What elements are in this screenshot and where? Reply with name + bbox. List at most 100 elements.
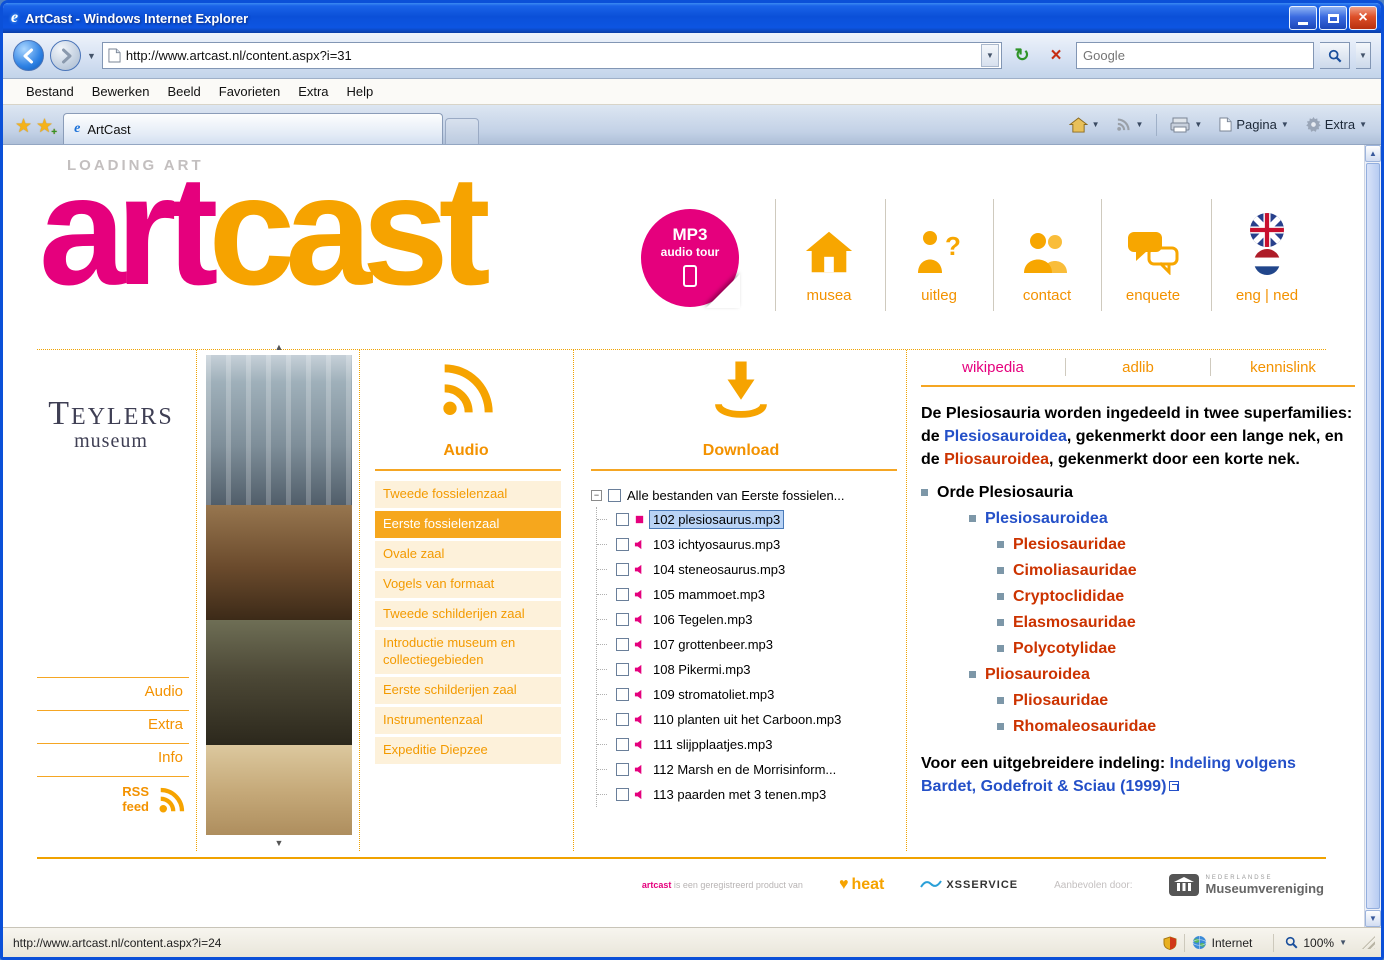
taxon-link[interactable]: Plesiosauroidea — [985, 510, 1108, 528]
tab-artcast[interactable]: e ArtCast — [63, 113, 444, 144]
url-dropdown-button[interactable]: ▼ — [981, 44, 999, 67]
audio-item[interactable]: Expeditie Diepzee — [375, 737, 561, 764]
zoom-control[interactable]: 100% ▼ — [1281, 936, 1351, 950]
xsservice-logo[interactable]: XSSERVICE — [920, 879, 1018, 891]
download-file-row[interactable]: 104 steneosaurus.mp3 — [616, 557, 903, 582]
file-checkbox[interactable] — [616, 563, 629, 576]
plesiosauroidea-link[interactable]: Plesiosauroidea — [944, 428, 1067, 445]
artcast-logo[interactable]: artcast — [39, 153, 491, 309]
audio-item[interactable]: Vogels van formaat — [375, 570, 561, 598]
close-button[interactable]: × — [1349, 6, 1377, 30]
taxon-link[interactable]: Cimoliasauridae — [1013, 562, 1137, 580]
feeds-button[interactable]: ▼ — [1112, 114, 1147, 135]
file-checkbox[interactable] — [616, 538, 629, 551]
sidebar-link-extra[interactable]: Extra — [37, 710, 189, 743]
stop-button[interactable]: × — [1042, 42, 1070, 70]
forward-button[interactable] — [50, 40, 81, 71]
history-dropdown[interactable]: ▼ — [87, 51, 96, 61]
file-checkbox[interactable] — [616, 788, 629, 801]
taxon-link[interactable]: Pliosauridae — [1013, 692, 1108, 710]
file-checkbox[interactable] — [616, 763, 629, 776]
strip-scroll-up-icon[interactable]: ▲ — [201, 339, 357, 355]
tab-wikipedia[interactable]: wikipedia — [921, 359, 1065, 376]
tree-collapse-icon[interactable]: − — [591, 489, 602, 501]
file-checkbox[interactable] — [616, 688, 629, 701]
select-all-checkbox[interactable] — [608, 488, 621, 502]
rss-feed-link[interactable]: RSS feed — [37, 776, 189, 819]
nav-musea[interactable]: musea — [779, 203, 879, 304]
download-file-row[interactable]: 108 Pikermi.mp3 — [616, 657, 903, 682]
refresh-button[interactable]: ↻ — [1008, 42, 1036, 70]
museumvereniging-logo[interactable]: NEDERLANDSE Museumvereniging — [1168, 874, 1324, 896]
vertical-scrollbar[interactable]: ▲ ▼ — [1364, 145, 1381, 927]
taxon-link[interactable]: Pliosauroidea — [985, 666, 1090, 684]
add-favorite-button[interactable]: ★ + — [36, 115, 57, 138]
nav-language[interactable]: eng | ned — [1215, 203, 1319, 304]
file-checkbox[interactable] — [616, 713, 629, 726]
audio-item[interactable]: Eerste schilderijen zaal — [375, 677, 561, 705]
strip-scroll-down-icon[interactable]: ▼ — [201, 835, 357, 851]
scrollbar-thumb[interactable] — [1366, 163, 1380, 909]
tools-menu-button[interactable]: Extra ▼ — [1302, 114, 1371, 135]
sidebar-link-info[interactable]: Info — [37, 743, 189, 776]
audio-item[interactable]: Tweede schilderijen zaal — [375, 600, 561, 628]
download-file-row[interactable]: 102 plesiosaurus.mp3 — [616, 507, 903, 532]
menu-help[interactable]: Help — [338, 80, 383, 103]
download-file-row[interactable]: 106 Tegelen.mp3 — [616, 607, 903, 632]
favorites-center-button[interactable]: ★ — [15, 115, 32, 138]
download-file-row[interactable]: 107 grottenbeer.mp3 — [616, 632, 903, 657]
menu-favorieten[interactable]: Favorieten — [210, 80, 289, 103]
download-file-row[interactable]: 103 ichtyosaurus.mp3 — [616, 532, 903, 557]
download-root-label[interactable]: Alle bestanden van Eerste fossielen... — [627, 488, 845, 503]
tab-kennislink[interactable]: kennislink — [1211, 359, 1355, 376]
sidebar-link-audio[interactable]: Audio — [37, 677, 189, 710]
home-button[interactable]: ▼ — [1065, 114, 1104, 136]
taxon-link[interactable]: Elasmosauridae — [1013, 614, 1136, 632]
audio-item[interactable]: Ovale zaal — [375, 540, 561, 568]
taxon-link[interactable]: Polycotylidae — [1013, 640, 1116, 658]
teylers-museum-logo[interactable]: Teylers museum — [33, 395, 189, 453]
download-file-row[interactable]: 111 slijpplaatjes.mp3 — [616, 732, 903, 757]
taxon-link[interactable]: Rhomaleosauridae — [1013, 718, 1156, 736]
scroll-down-button[interactable]: ▼ — [1365, 910, 1381, 927]
download-file-row[interactable]: 112 Marsh en de Morrisinform... — [616, 757, 903, 782]
download-file-row[interactable]: 110 planten uit het Carboon.mp3 — [616, 707, 903, 732]
pliosauroidea-link[interactable]: Pliosauroidea — [944, 451, 1049, 468]
download-file-row[interactable]: 105 mammoet.mp3 — [616, 582, 903, 607]
file-checkbox[interactable] — [616, 663, 629, 676]
maximize-button[interactable] — [1319, 6, 1347, 30]
menu-bewerken[interactable]: Bewerken — [83, 80, 159, 103]
taxon-link[interactable]: Cryptoclididae — [1013, 588, 1124, 606]
audio-item[interactable]: Instrumentenzaal — [375, 707, 561, 735]
file-checkbox[interactable] — [616, 588, 629, 601]
menu-beeld[interactable]: Beeld — [159, 80, 210, 103]
url-input[interactable] — [125, 48, 976, 63]
file-checkbox[interactable] — [616, 613, 629, 626]
search-options-dropdown[interactable]: ▼ — [1356, 42, 1371, 69]
heat-logo[interactable]: ♥ heat — [839, 876, 884, 894]
audio-item[interactable]: Tweede fossielenzaal — [375, 481, 561, 508]
nav-enquete[interactable]: enquete — [1103, 203, 1203, 304]
nav-uitleg[interactable]: ? uitleg — [889, 203, 989, 304]
menu-bestand[interactable]: Bestand — [17, 80, 83, 103]
search-input[interactable] — [1083, 48, 1307, 63]
back-button[interactable] — [13, 40, 44, 71]
taxon-link[interactable]: Plesiosauridae — [1013, 536, 1126, 554]
download-file-row[interactable]: 113 paarden met 3 tenen.mp3 — [616, 782, 903, 807]
audio-item-selected[interactable]: Eerste fossielenzaal — [375, 510, 561, 538]
search-go-button[interactable] — [1320, 42, 1350, 69]
page-menu-button[interactable]: Pagina ▼ — [1215, 114, 1292, 135]
file-checkbox[interactable] — [616, 738, 629, 751]
file-checkbox[interactable] — [616, 513, 629, 526]
audio-item[interactable]: Introductie museum en collectiegebieden — [375, 630, 561, 675]
menu-extra[interactable]: Extra — [289, 80, 337, 103]
scroll-up-button[interactable]: ▲ — [1365, 145, 1381, 162]
print-button[interactable]: ▼ — [1166, 114, 1206, 136]
new-tab-stub[interactable] — [445, 118, 480, 144]
file-checkbox[interactable] — [616, 638, 629, 651]
minimize-button[interactable] — [1289, 6, 1317, 30]
download-file-row[interactable]: 109 stromatoliet.mp3 — [616, 682, 903, 707]
tab-adlib[interactable]: adlib — [1066, 359, 1210, 376]
resize-grip[interactable] — [1362, 936, 1375, 949]
nav-contact[interactable]: contact — [997, 203, 1097, 304]
